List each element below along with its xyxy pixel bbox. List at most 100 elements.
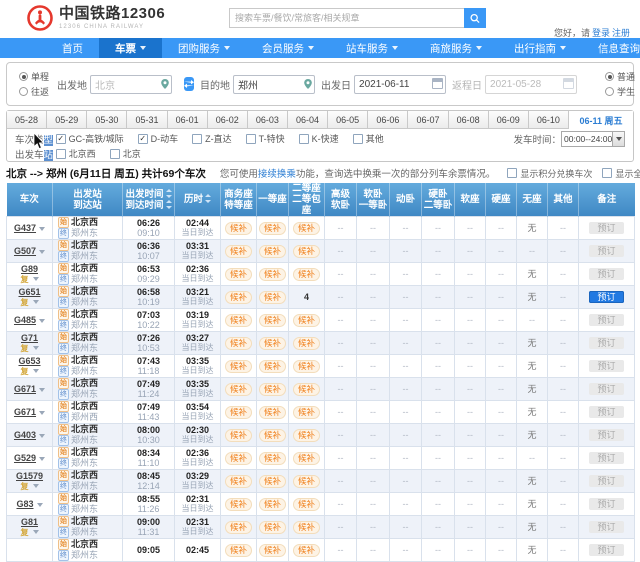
waitlist-link[interactable]: 候补 xyxy=(293,222,320,235)
expand-caret-icon[interactable] xyxy=(39,411,45,415)
nav-item-home[interactable]: 首页 xyxy=(46,38,99,58)
date-tab-06-01[interactable]: 06-01 xyxy=(168,111,208,129)
column-header[interactable]: 车次 xyxy=(7,183,53,217)
waitlist-link[interactable]: 候补 xyxy=(225,429,252,442)
expand-caret-icon[interactable] xyxy=(33,346,39,350)
waitlist-link[interactable]: 候补 xyxy=(293,498,320,511)
show-bookable-trains-checkbox[interactable]: 显示全部可预订车次 xyxy=(602,167,640,180)
column-header[interactable]: 历时 xyxy=(175,183,221,217)
trip-type-radio-单程[interactable]: 单程 xyxy=(19,70,49,83)
waitlist-link[interactable]: 候补 xyxy=(259,337,286,350)
date-tab-06-04[interactable]: 06-04 xyxy=(288,111,328,129)
date-tab-06-08[interactable]: 06-08 xyxy=(449,111,489,129)
train-number-link[interactable]: G671 xyxy=(14,384,36,394)
date-tab-06-02[interactable]: 06-02 xyxy=(208,111,248,129)
waitlist-link[interactable]: 候补 xyxy=(293,337,320,350)
waitlist-link[interactable]: 候补 xyxy=(293,429,320,442)
expand-caret-icon[interactable] xyxy=(37,503,43,507)
date-tab-05-28[interactable]: 05-28 xyxy=(7,111,47,129)
passenger-type-radio-学生[interactable]: 学生 xyxy=(605,85,635,98)
expand-caret-icon[interactable] xyxy=(39,388,45,392)
waitlist-link[interactable]: 候补 xyxy=(259,406,286,419)
column-header[interactable]: 出发时间到达时间 xyxy=(123,183,175,217)
train-number-link[interactable]: G653 xyxy=(18,356,40,366)
from-station-input[interactable] xyxy=(90,75,172,94)
date-tab-06-03[interactable]: 06-03 xyxy=(248,111,288,129)
expand-caret-icon[interactable] xyxy=(39,457,45,461)
column-header[interactable]: 动卧 xyxy=(390,183,422,217)
train-number-link[interactable]: G1579 xyxy=(16,471,43,481)
date-tab-06-05[interactable]: 06-05 xyxy=(328,111,368,129)
nav-item-travel-guide[interactable]: 出行指南 xyxy=(498,38,582,58)
waitlist-link[interactable]: 候补 xyxy=(293,383,320,396)
depart-station-checkbox[interactable]: 北京西 xyxy=(56,147,96,160)
nav-item-group-services[interactable]: 团购服务 xyxy=(162,38,246,58)
waitlist-link[interactable]: 候补 xyxy=(225,314,252,327)
waitlist-link[interactable]: 候补 xyxy=(225,245,252,258)
date-tab-06-06[interactable]: 06-06 xyxy=(368,111,408,129)
waitlist-link[interactable]: 候补 xyxy=(259,452,286,465)
date-tab-06-10[interactable]: 06-10 xyxy=(529,111,569,129)
expand-caret-icon[interactable] xyxy=(33,530,39,534)
waitlist-link[interactable]: 候补 xyxy=(259,475,286,488)
waitlist-link[interactable]: 候补 xyxy=(259,222,286,235)
column-header[interactable]: 出发站到达站 xyxy=(53,183,123,217)
waitlist-link[interactable]: 候补 xyxy=(259,521,286,534)
column-header[interactable]: 高级软卧 xyxy=(325,183,357,217)
date-tab-06-09[interactable]: 06-09 xyxy=(489,111,529,129)
expand-caret-icon[interactable] xyxy=(33,277,39,281)
expand-caret-icon[interactable] xyxy=(39,227,45,231)
train-type-checkbox[interactable]: 其他 xyxy=(353,132,384,145)
passenger-type-radio-普通[interactable]: 普通 xyxy=(605,70,635,83)
waitlist-link[interactable]: 候补 xyxy=(293,521,320,534)
waitlist-link[interactable]: 候补 xyxy=(225,498,252,511)
expand-caret-icon[interactable] xyxy=(39,319,45,323)
date-tab-05-30[interactable]: 05-30 xyxy=(87,111,127,129)
depart-time-select[interactable]: 00:00--24:00 xyxy=(561,131,625,147)
waitlist-link[interactable]: 候补 xyxy=(225,291,252,304)
transfer-link[interactable]: 接续换乘 xyxy=(258,169,296,180)
train-number-link[interactable]: G671 xyxy=(14,407,36,417)
nav-item-member-services[interactable]: 会员服务 xyxy=(246,38,330,58)
train-number-link[interactable]: G651 xyxy=(18,287,40,297)
waitlist-link[interactable]: 候补 xyxy=(225,337,252,350)
waitlist-link[interactable]: 候补 xyxy=(225,268,252,281)
column-header[interactable]: 硬座 xyxy=(486,183,517,217)
nav-item-business-services[interactable]: 商旅服务 xyxy=(414,38,498,58)
waitlist-link[interactable]: 候补 xyxy=(259,429,286,442)
expand-caret-icon[interactable] xyxy=(33,300,39,304)
expand-caret-icon[interactable] xyxy=(33,369,39,373)
waitlist-link[interactable]: 候补 xyxy=(225,475,252,488)
waitlist-link[interactable]: 候补 xyxy=(225,383,252,396)
login-link[interactable]: 登录 xyxy=(592,28,610,38)
search-input[interactable] xyxy=(229,8,464,28)
depart-station-checkbox[interactable]: 北京 xyxy=(110,147,141,160)
train-number-link[interactable]: G529 xyxy=(14,453,36,463)
nav-item-station-services[interactable]: 站车服务 xyxy=(330,38,414,58)
search-button[interactable] xyxy=(464,8,486,28)
expand-caret-icon[interactable] xyxy=(39,250,45,254)
sort-icon[interactable] xyxy=(205,194,211,203)
train-type-checkbox[interactable]: T-特快 xyxy=(246,132,285,145)
date-tab-05-29[interactable]: 05-29 xyxy=(47,111,87,129)
train-type-checkbox[interactable]: Z-直达 xyxy=(192,132,232,145)
waitlist-link[interactable]: 候补 xyxy=(293,314,320,327)
column-header[interactable]: 无座 xyxy=(517,183,548,217)
book-button[interactable]: 预订 xyxy=(589,291,623,303)
train-number-link[interactable]: G81 xyxy=(21,517,38,527)
train-number-link[interactable]: G71 xyxy=(21,333,38,343)
register-link[interactable]: 注册 xyxy=(612,28,630,38)
waitlist-link[interactable]: 候补 xyxy=(225,452,252,465)
swap-stations-button[interactable] xyxy=(184,77,194,91)
train-number-link[interactable]: G507 xyxy=(14,246,36,256)
train-number-link[interactable]: G89 xyxy=(21,264,38,274)
column-header[interactable]: 商务座特等座 xyxy=(221,183,257,217)
show-points-trains-checkbox[interactable]: 显示积分兑换车次 xyxy=(507,167,592,180)
date-tab-selected[interactable]: 06-11 周五 xyxy=(569,111,633,129)
train-number-link[interactable]: G403 xyxy=(14,430,36,440)
train-number-link[interactable]: G83 xyxy=(16,499,33,509)
sort-icon[interactable] xyxy=(166,200,172,209)
train-type-checkbox[interactable]: ✓GC-高铁/城际 xyxy=(56,132,124,145)
waitlist-link[interactable]: 候补 xyxy=(225,360,252,373)
train-number-link[interactable]: G437 xyxy=(14,223,36,233)
